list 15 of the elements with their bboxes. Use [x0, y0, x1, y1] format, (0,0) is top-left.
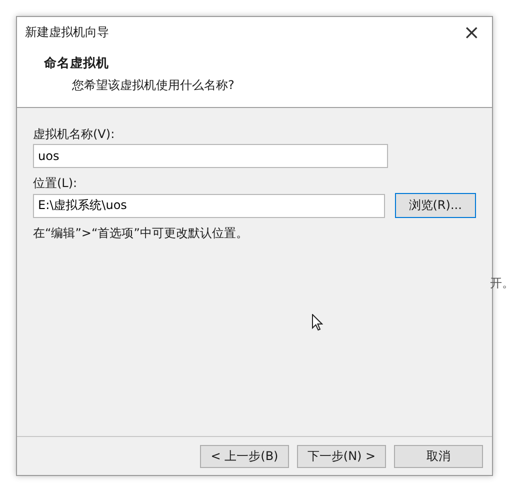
close-button[interactable]: × [459, 22, 484, 42]
browse-button[interactable]: 浏览(R)... [394, 193, 476, 218]
wizard-button[interactable]: 取消 [394, 444, 483, 468]
text-field[interactable]: uos [33, 144, 388, 168]
page-subtitle: 您希望该虚拟机使用什么名称? [72, 77, 236, 94]
wizard-button[interactable]: < 上一步(B) [200, 444, 289, 468]
window-title: 新建虚拟机向导 [25, 24, 109, 40]
background-text: 开。 [490, 275, 512, 292]
page-title: 命名虚拟机 [44, 55, 110, 72]
mouse-cursor-icon [312, 314, 323, 331]
wizard-button[interactable]: 下一步(N) > [297, 444, 386, 468]
field-label: 虚拟机名称(V): [33, 126, 116, 143]
text-field[interactable]: E:\虚拟系统\uos [33, 194, 385, 218]
hint-text: 在“编辑”>“首选项”中可更改默认位置。 [33, 225, 249, 242]
field-label: 位置(L): [33, 175, 78, 192]
